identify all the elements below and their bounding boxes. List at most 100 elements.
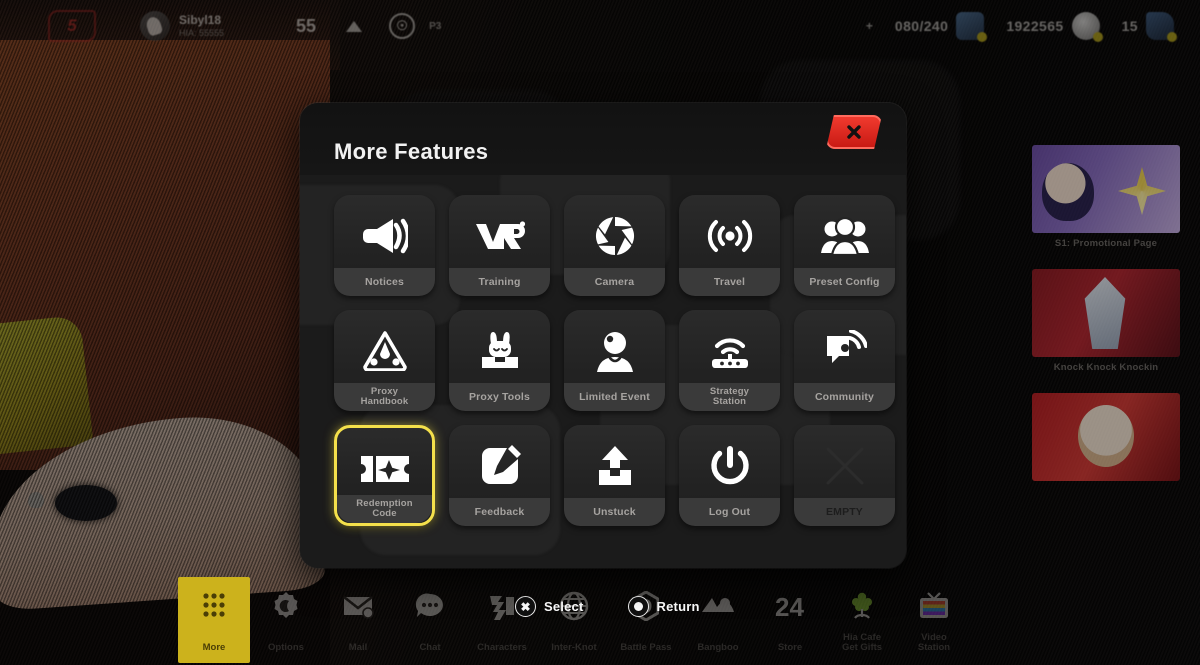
- nav-item-label: Hia Cafe Get Gifts: [841, 632, 883, 654]
- circle-button-icon: [627, 596, 649, 617]
- nav-item-label: Battle Pass: [620, 642, 672, 654]
- feature-tile-label: Proxy Tools: [449, 383, 550, 411]
- stat-value: 1922565: [1006, 18, 1064, 34]
- feature-tile-limited-event[interactable]: Limited Event: [564, 310, 665, 411]
- aperture-icon: [564, 207, 665, 265]
- nav-item-label: More: [202, 642, 226, 654]
- nav-item-bangboo[interactable]: Bangboo: [682, 577, 754, 663]
- nav-item-store[interactable]: 24 Store: [754, 577, 826, 663]
- nav-item-chat[interactable]: Chat: [394, 577, 466, 663]
- feature-tile-travel[interactable]: Travel: [679, 195, 780, 296]
- event-card-label: S1: Promotional Page: [1054, 238, 1158, 249]
- feature-tile-label: Notices: [334, 268, 435, 296]
- nav-item-characters[interactable]: Characters: [466, 577, 538, 663]
- bunny-bot-icon: [449, 322, 550, 380]
- player-subtitle: HIA: 55555: [179, 27, 225, 38]
- power-icon: [679, 437, 780, 495]
- button-prompts: ✖ Select Return: [515, 596, 700, 617]
- event-card[interactable]: [1032, 393, 1180, 486]
- nav-item-label: Bangboo: [697, 642, 739, 654]
- player-info: Sibyl18 HIA: 55555: [179, 13, 224, 39]
- nav-item-mail[interactable]: Mail: [322, 577, 394, 663]
- chat-dots-icon: [413, 589, 447, 623]
- nav-item-video-station[interactable]: Video Station: [898, 577, 970, 663]
- close-button[interactable]: [826, 115, 882, 149]
- prompt-return[interactable]: Return: [627, 596, 700, 617]
- feature-tile-proxy-handbook[interactable]: Proxy Handbook: [334, 310, 435, 411]
- megaphone-icon: [334, 207, 435, 265]
- event-banner-rail: S1: Promotional Page Knock Knock Knockin: [1032, 145, 1182, 486]
- feature-tile-proxy-tools[interactable]: Proxy Tools: [449, 310, 550, 411]
- player-level: 55: [296, 15, 317, 36]
- more-features-dialog: More Features Notices Training Camera Tr…: [300, 103, 906, 568]
- unstuck-icon: [564, 437, 665, 495]
- group-icon: [794, 207, 895, 265]
- feature-tile-label: Camera: [564, 268, 665, 296]
- feature-tile-feedback[interactable]: Feedback: [449, 425, 550, 526]
- feature-tile-unstuck[interactable]: Unstuck: [564, 425, 665, 526]
- bottom-navigation-bar: More Options Mail Chat Characters Inter-…: [0, 577, 1200, 665]
- broadcast-icon: [679, 207, 780, 265]
- vr-icon: [449, 207, 550, 265]
- nav-item-inter-knot[interactable]: Inter-Knot: [538, 577, 610, 663]
- event-thumb-3: [1032, 393, 1180, 481]
- ticket-icon: [337, 440, 432, 498]
- feature-tile-label: Proxy Handbook: [334, 383, 435, 411]
- feature-tile-strategy-station[interactable]: Strategy Station: [679, 310, 780, 411]
- feature-tile-label: Training: [449, 268, 550, 296]
- dialog-body: Notices Training Camera Travel Preset Co…: [300, 175, 906, 568]
- feature-tile-camera[interactable]: Camera: [564, 195, 665, 296]
- gear-moon-icon: [269, 589, 303, 623]
- event-card-label: Knock Knock Knockin: [1053, 362, 1159, 373]
- event-card[interactable]: Knock Knock Knockin: [1032, 269, 1180, 373]
- feature-tile-redemption-code[interactable]: Redemption Code: [334, 425, 435, 526]
- feature-tile-empty: EMPTY: [794, 425, 895, 526]
- rank-triangle-icon: [346, 20, 363, 32]
- nav-item-label: Store: [777, 642, 803, 654]
- nav-item-label: Options: [268, 642, 304, 654]
- cross-button-icon: ✖: [515, 596, 536, 617]
- nav-item-label: Characters: [477, 642, 527, 654]
- nav-item-hia-cafe[interactable]: Hia Cafe Get Gifts: [826, 577, 898, 663]
- nav-item-options[interactable]: Options: [250, 577, 322, 663]
- feature-tile-label: Unstuck: [564, 498, 665, 526]
- player-name: Sibyl18: [179, 12, 222, 27]
- feature-tile-label: Log Out: [679, 498, 780, 526]
- feature-tile-training[interactable]: Training: [449, 195, 550, 296]
- coin-icon: ☉: [389, 13, 416, 39]
- event-thumb-2: [1032, 269, 1180, 357]
- feature-tile-log-out[interactable]: Log Out: [679, 425, 780, 526]
- tv-icon: [917, 589, 951, 623]
- prompt-label: Return: [656, 599, 700, 614]
- dennies-currency-icon: [1071, 12, 1103, 42]
- feature-tile-label: Strategy Station: [679, 383, 780, 411]
- page-title: More Features: [334, 139, 489, 164]
- feature-tile-community[interactable]: Community: [794, 310, 895, 411]
- nav-item-label: Video Station: [917, 632, 951, 654]
- stat-dennies[interactable]: 1922565: [1006, 12, 1103, 42]
- feature-tile-label: Feedback: [449, 498, 550, 526]
- nav-item-label: Inter-Knot: [551, 642, 597, 654]
- feature-tile-label: Limited Event: [564, 383, 665, 411]
- stat-stamina[interactable]: 080/240: [894, 12, 988, 42]
- avatar[interactable]: [140, 11, 170, 41]
- nav-item-battle-pass[interactable]: Battle Pass: [610, 577, 682, 663]
- feature-tile-label: Preset Config: [794, 268, 895, 296]
- stat-polychrome[interactable]: 15: [1121, 12, 1177, 42]
- features-grid: Notices Training Camera Travel Preset Co…: [300, 175, 906, 526]
- 24-shop-icon: 24: [773, 589, 807, 623]
- nav-item-more[interactable]: More: [178, 577, 250, 663]
- edit-pencil-icon: [449, 437, 550, 495]
- prompt-select[interactable]: ✖ Select: [515, 596, 584, 617]
- x-cross-icon: [794, 437, 895, 495]
- feature-tile-preset-config[interactable]: Preset Config: [794, 195, 895, 296]
- stat-value: 15: [1121, 18, 1138, 34]
- feature-tile-notices[interactable]: Notices: [334, 195, 435, 296]
- stat-value: 080/240: [894, 18, 949, 34]
- nav-item-label: Chat: [419, 642, 441, 654]
- feature-tile-label: Redemption Code: [337, 495, 432, 523]
- event-card[interactable]: S1: Promotional Page: [1032, 145, 1180, 249]
- game-logo-icon: 5: [48, 10, 96, 42]
- close-icon: [847, 125, 861, 139]
- plant-icon: [845, 589, 879, 623]
